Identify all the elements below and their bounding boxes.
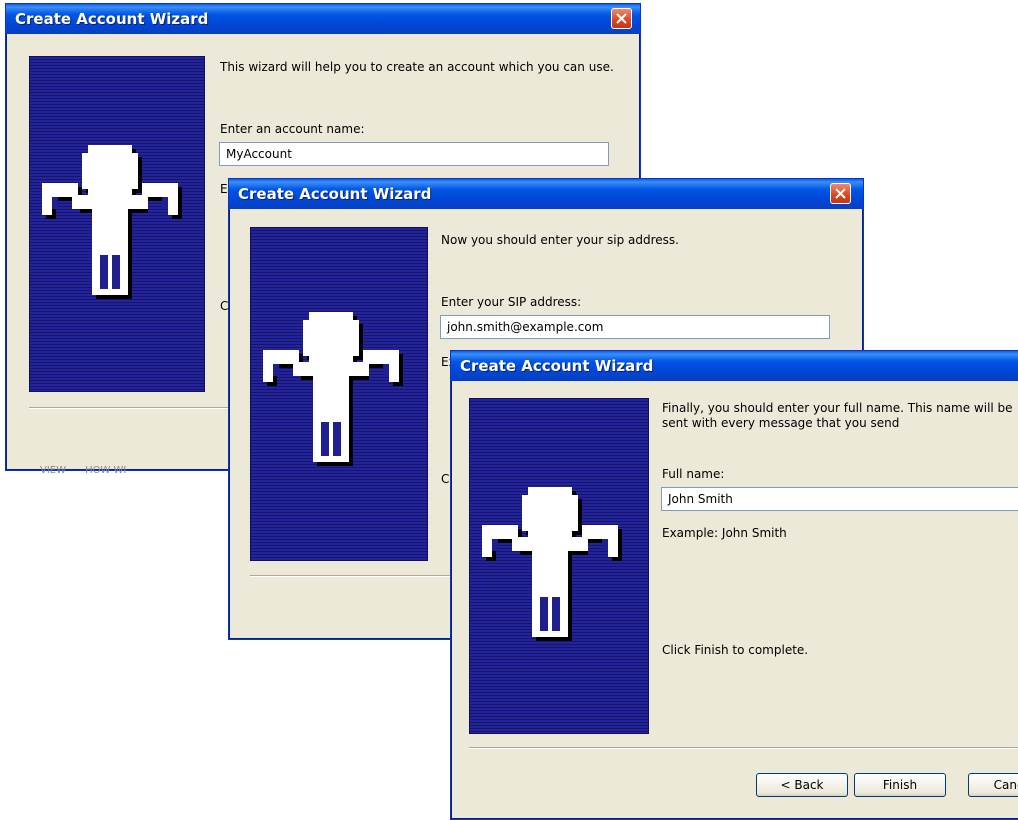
finish-button[interactable]: Finish: [854, 773, 946, 797]
person-figure-icon: [482, 487, 622, 641]
separator: [469, 747, 1018, 749]
title-bar[interactable]: Create Account Wizard: [451, 351, 1018, 381]
close-icon: [835, 188, 846, 199]
back-button[interactable]: < Back: [756, 773, 848, 797]
window-title: Create Account Wizard: [15, 10, 209, 28]
window-title: Create Account Wizard: [238, 185, 432, 203]
full-name-input[interactable]: John Smith: [661, 487, 1018, 511]
click-instruction: Click Finish to complete.: [662, 643, 809, 657]
close-button[interactable]: [830, 183, 851, 204]
close-button[interactable]: [611, 8, 632, 29]
client-area: Finally, you should enter your full name…: [454, 381, 1018, 816]
account-name-input[interactable]: MyAccount: [219, 142, 609, 166]
sip-address-input[interactable]: john.smith@example.com: [440, 315, 830, 339]
close-icon: [616, 13, 627, 24]
window-title: Create Account Wizard: [460, 357, 654, 375]
field-label: Enter an account name:: [220, 122, 365, 136]
title-bar[interactable]: Create Account Wizard: [229, 179, 863, 209]
wizard-window-full-name: Create Account Wizard Finally, you shoul…: [450, 350, 1018, 820]
intro-text: Now you should enter your sip address.: [441, 233, 679, 247]
title-bar[interactable]: Create Account Wizard: [6, 4, 640, 34]
intro-text: Finally, you should enter your full name…: [662, 401, 1013, 430]
field-label: Full name:: [662, 467, 725, 481]
person-figure-icon: [263, 312, 403, 466]
intro-text: This wizard will help you to create an a…: [220, 60, 614, 74]
person-figure-icon: [42, 145, 182, 299]
field-label: Enter your SIP address:: [441, 295, 582, 309]
background-text: VIEW HOW WI: [40, 465, 127, 476]
example-text: Example: John Smith: [662, 526, 787, 540]
wizard-side-panel: [29, 56, 205, 392]
wizard-side-panel: [469, 398, 649, 734]
wizard-side-panel: [250, 227, 428, 561]
cancel-button[interactable]: Cancel: [968, 773, 1018, 797]
